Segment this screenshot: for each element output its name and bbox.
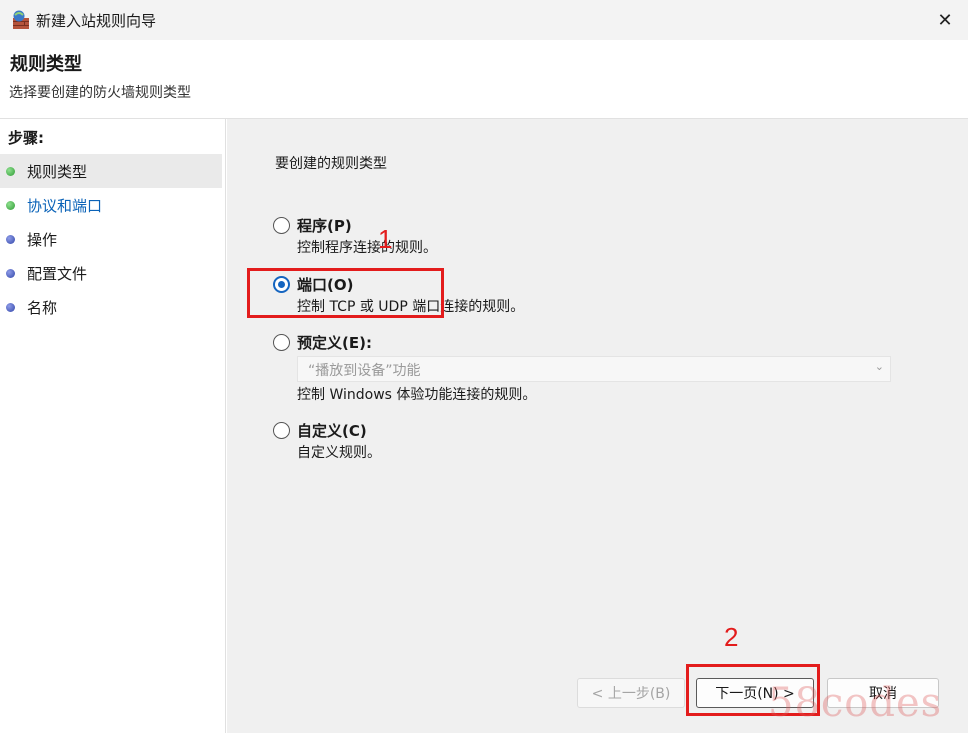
annotation-number-1: 1 [378,224,393,254]
watermark-text: 58codes [768,680,943,726]
predefined-radio[interactable] [273,334,290,351]
custom-radio[interactable] [273,422,290,439]
sidebar-item-label: 配置文件 [27,264,88,283]
predefined-dropdown[interactable]: “播放到设备”功能 ⌄ [297,356,891,382]
sidebar-item-label: 协议和端口 [27,196,103,215]
annotation-box-1 [247,268,444,318]
option-description: 控制程序连接的规则。 [297,240,437,256]
sidebar-item-label: 规则类型 [27,162,88,181]
sidebar-item-profile[interactable]: 配置文件 [0,256,222,290]
close-button[interactable]: ✕ [922,0,968,40]
step-status-icon [6,268,15,278]
option-description: 控制 Windows 体验功能连接的规则。 [297,387,537,403]
firewall-icon [13,10,29,29]
rule-type-prompt: 要创建的规则类型 [275,156,387,172]
page-title: 规则类型 [10,54,82,75]
main-panel: 要创建的规则类型 程序(P) 控制程序连接的规则。 端口(O) 控制 TCP 或… [227,119,968,733]
option-title: 预定义(E): [297,334,372,352]
page-subtitle: 选择要创建的防火墙规则类型 [9,85,191,101]
back-button[interactable]: < 上一步(B) [577,678,685,708]
window-title: 新建入站规则向导 [36,12,157,30]
dropdown-value: “播放到设备”功能 [308,363,421,379]
chevron-down-icon: ⌄ [874,360,884,373]
step-status-icon [6,302,15,312]
sidebar-item-protocol-port[interactable]: 协议和端口 [0,188,222,222]
sidebar-item-action[interactable]: 操作 [0,222,222,256]
title-bar: 新建入站规则向导 ✕ [0,0,968,40]
sidebar-item-label: 名称 [27,298,58,317]
option-description: 自定义规则。 [297,445,381,461]
annotation-number-2: 2 [724,622,739,652]
program-radio[interactable] [273,217,290,234]
step-status-icon [6,200,15,210]
step-status-icon [6,234,15,244]
sidebar-item-name[interactable]: 名称 [0,290,222,324]
step-status-icon [6,166,15,176]
wizard-header: 规则类型 选择要创建的防火墙规则类型 [0,40,968,118]
steps-sidebar: 步骤: 规则类型 协议和端口 操作 配置文件 名称 [0,119,226,733]
sidebar-item-label: 操作 [27,230,58,249]
option-title: 程序(P) [297,217,352,235]
sidebar-item-rule-type[interactable]: 规则类型 [0,154,222,188]
close-icon: ✕ [937,9,953,31]
steps-label: 步骤: [8,129,44,147]
option-title: 自定义(C) [297,422,367,440]
